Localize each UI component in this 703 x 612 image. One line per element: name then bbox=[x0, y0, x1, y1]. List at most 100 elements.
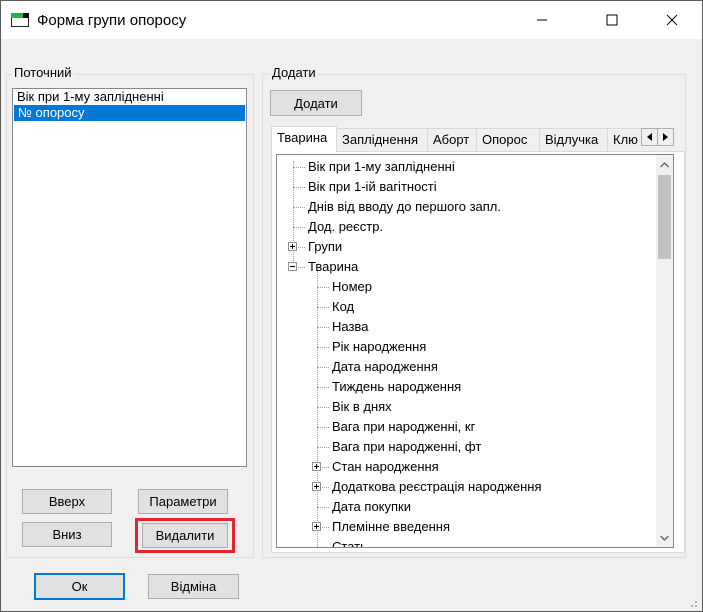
tree-node[interactable]: Вік при 1-ій вагітності bbox=[277, 177, 657, 197]
tree-branch-line bbox=[293, 187, 305, 188]
scroll-down-button[interactable] bbox=[656, 529, 673, 546]
tree-branch-line bbox=[317, 507, 329, 508]
add-button[interactable]: Додати bbox=[270, 90, 362, 116]
tab-scroll-left-button[interactable] bbox=[641, 128, 658, 146]
tree-branch-line bbox=[317, 427, 329, 428]
params-button[interactable]: Параметри bbox=[138, 489, 228, 514]
tab-klyu[interactable]: Клю bbox=[607, 128, 643, 152]
tree-node[interactable]: Групи bbox=[277, 237, 657, 257]
chevron-up-icon bbox=[660, 161, 669, 167]
tree-branch-line bbox=[317, 547, 329, 548]
tab-panel: Вік при 1-му заплідненні Вік при 1-ій ваг… bbox=[271, 151, 685, 553]
tree-branch-line bbox=[317, 387, 329, 388]
tab-tvaryna[interactable]: Тварина bbox=[271, 126, 337, 152]
tree-node-label: Додаткова реєстрація народження bbox=[332, 479, 542, 494]
scroll-thumb[interactable] bbox=[658, 175, 671, 259]
tree-node[interactable]: Тиждень народження bbox=[277, 377, 657, 397]
tree-branch-line bbox=[293, 227, 305, 228]
list-item[interactable]: Вік при 1-му заплідненні bbox=[13, 89, 246, 105]
tree-node[interactable]: Вік при 1-му заплідненні bbox=[277, 157, 657, 177]
tree-expand-icon[interactable] bbox=[312, 522, 321, 531]
tree-node[interactable]: Дата народження bbox=[277, 357, 657, 377]
tree-node[interactable]: Вік в днях bbox=[277, 397, 657, 417]
window-title: Форма групи опоросу bbox=[37, 12, 187, 29]
list-item-selected[interactable]: № опоросу bbox=[14, 105, 245, 121]
tab-oporos[interactable]: Опорос bbox=[476, 128, 540, 152]
ok-button[interactable]: Ок bbox=[34, 573, 125, 600]
tree-node-label: Днів від вводу до першого запл. bbox=[308, 199, 502, 214]
tree-node-label: Племінне введення bbox=[332, 519, 451, 534]
tree-branch-line bbox=[317, 307, 329, 308]
close-button[interactable] bbox=[649, 1, 695, 39]
tree-node-label: Тварина bbox=[308, 259, 359, 274]
dialog-window: Форма групи опоросу Поточний Вік при 1-м… bbox=[0, 0, 703, 612]
maximize-icon bbox=[606, 14, 618, 26]
cancel-button[interactable]: Відміна bbox=[148, 574, 239, 599]
tree-node-label: Вага при народженні, фт bbox=[332, 439, 482, 454]
tree-node[interactable]: Вага при народженні, кг bbox=[277, 417, 657, 437]
current-legend: Поточний bbox=[12, 65, 74, 80]
tree-node[interactable]: Дод. реєстр. bbox=[277, 217, 657, 237]
tree-node[interactable]: Додаткова реєстрація народження bbox=[277, 477, 657, 497]
tree-branch-line bbox=[317, 327, 329, 328]
tree-node[interactable]: Стан народження bbox=[277, 457, 657, 477]
tree-node[interactable]: Рік народження bbox=[277, 337, 657, 357]
tree-branch-line bbox=[317, 347, 329, 348]
tree-node[interactable]: Стать bbox=[277, 537, 657, 548]
tree-node-label: Вік при 1-ій вагітності bbox=[308, 179, 437, 194]
tree-expand-icon[interactable] bbox=[312, 482, 321, 491]
tree-branch-line bbox=[317, 407, 329, 408]
tab-zaplidnennia[interactable]: Запліднення bbox=[336, 128, 428, 152]
tree-node-label: Номер bbox=[332, 279, 373, 294]
tree-node-label: Дата покупки bbox=[332, 499, 411, 514]
minimize-icon bbox=[537, 19, 547, 21]
tree-node[interactable]: Днів від вводу до першого запл. bbox=[277, 197, 657, 217]
tree-expand-icon[interactable] bbox=[288, 242, 297, 251]
field-treeview[interactable]: Вік при 1-му заплідненні Вік при 1-ій ваг… bbox=[276, 154, 674, 548]
tree-node-label: Вік при 1-му заплідненні bbox=[308, 159, 455, 174]
close-icon bbox=[666, 14, 678, 26]
tree-node-label: Стать bbox=[332, 539, 367, 548]
tree-branch-line bbox=[293, 167, 305, 168]
tree-node-label: Дод. реєстр. bbox=[308, 219, 384, 234]
tree-scrollbar[interactable] bbox=[656, 155, 673, 547]
tree-node[interactable]: Тварина bbox=[277, 257, 657, 277]
tree-node-label: Назва bbox=[332, 319, 369, 334]
tree-node[interactable]: Назва bbox=[277, 317, 657, 337]
tree-branch-line bbox=[317, 447, 329, 448]
tree-node-label: Групи bbox=[308, 239, 343, 254]
scroll-up-button[interactable] bbox=[656, 156, 673, 173]
tree-node-label: Тиждень народження bbox=[332, 379, 462, 394]
tree-node[interactable]: Племінне введення bbox=[277, 517, 657, 537]
tab-strip: Тварина Запліднення Аборт Опорос Відлучк… bbox=[271, 126, 681, 152]
app-icon bbox=[11, 13, 29, 27]
delete-button-highlight bbox=[135, 518, 235, 553]
tree-node-label: Вік в днях bbox=[332, 399, 392, 414]
current-listbox[interactable]: Вік при 1-му заплідненні № опоросу bbox=[12, 88, 247, 467]
tree-node-label: Код bbox=[332, 299, 355, 314]
minimize-button[interactable] bbox=[519, 1, 565, 39]
tab-abort[interactable]: Аборт bbox=[427, 128, 477, 152]
chevron-down-icon bbox=[660, 535, 669, 541]
maximize-button[interactable] bbox=[589, 1, 635, 39]
tree-node[interactable]: Номер bbox=[277, 277, 657, 297]
tree-node[interactable]: Вага при народженні, фт bbox=[277, 437, 657, 457]
tree-expand-icon[interactable] bbox=[312, 462, 321, 471]
tree-node-label: Стан народження bbox=[332, 459, 439, 474]
tab-vidluchka[interactable]: Відлучка bbox=[539, 128, 608, 152]
add-legend: Додати bbox=[270, 65, 318, 80]
tree-branch-line bbox=[317, 367, 329, 368]
tree-node-label: Вага при народженні, кг bbox=[332, 419, 476, 434]
down-button[interactable]: Вниз bbox=[22, 522, 112, 547]
triangle-right-icon bbox=[662, 133, 668, 141]
triangle-left-icon bbox=[646, 133, 652, 141]
tree-node[interactable]: Код bbox=[277, 297, 657, 317]
tree-branch-line bbox=[317, 287, 329, 288]
up-button[interactable]: Вверх bbox=[22, 489, 112, 514]
resize-grip-icon[interactable] bbox=[687, 597, 699, 609]
tree-node[interactable]: Дата покупки bbox=[277, 497, 657, 517]
tab-scroll-right-button[interactable] bbox=[657, 128, 674, 146]
tree-node-label: Дата народження bbox=[332, 359, 438, 374]
tree-collapse-icon[interactable] bbox=[288, 262, 297, 271]
title-bar[interactable]: Форма групи опоросу bbox=[1, 1, 702, 39]
